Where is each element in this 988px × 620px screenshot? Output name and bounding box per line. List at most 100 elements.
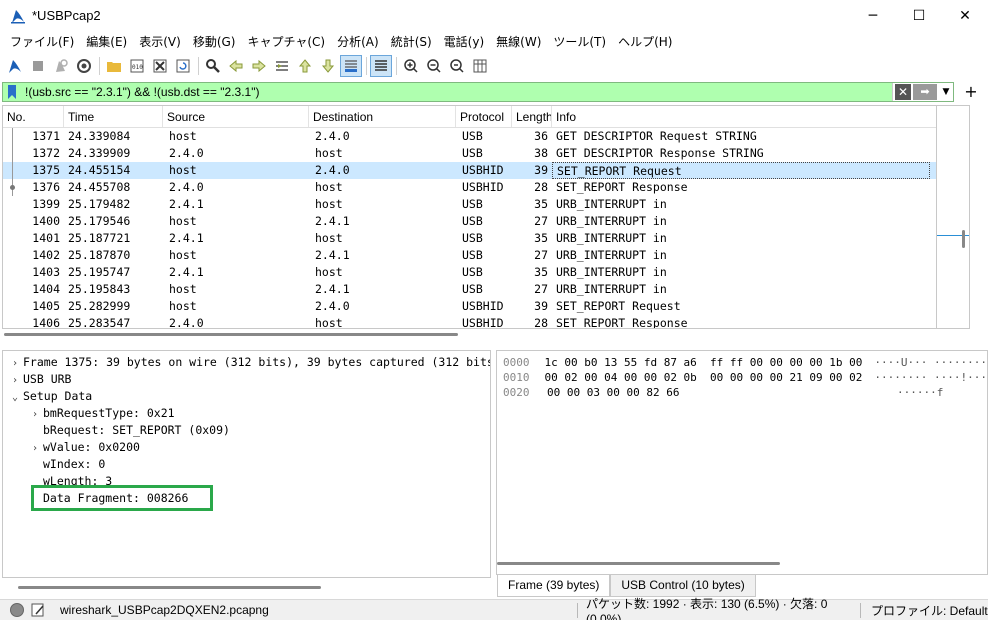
normal-size-button[interactable] xyxy=(446,55,468,77)
add-filter-button[interactable]: + xyxy=(960,82,982,102)
capture-options-button[interactable] xyxy=(73,55,95,77)
colorize-button[interactable] xyxy=(370,55,392,77)
tree-item[interactable]: › USB URB xyxy=(3,371,490,388)
tree-item[interactable]: › wValue: 0x0200 xyxy=(3,439,490,456)
go-last-button[interactable] xyxy=(317,55,339,77)
zoom-out-button[interactable] xyxy=(423,55,445,77)
packet-row[interactable]: 1401 25.187721 2.4.1 host USB 35 URB_INTERRUPT… xyxy=(3,230,969,247)
clear-filter-button[interactable]: ✕ xyxy=(895,83,911,100)
collapsed-chevron-icon[interactable]: › xyxy=(29,406,41,423)
collapsed-chevron-icon[interactable]: › xyxy=(29,440,41,457)
zoom-reset-icon xyxy=(450,59,464,73)
packet-row[interactable]: 1399 25.179482 2.4.1 host USB 35 URB_INTERRUPT… xyxy=(3,196,969,213)
go-first-button[interactable] xyxy=(294,55,316,77)
cell-src: 2.4.1 xyxy=(169,265,204,279)
byte-row[interactable]: 0000 1c 00 b0 13 55 fd 87 a6 ff ff 00 00 … xyxy=(497,355,987,370)
go-forward-button[interactable] xyxy=(248,55,270,77)
collapsed-chevron-icon[interactable]: › xyxy=(9,355,21,372)
go-back-button[interactable] xyxy=(225,55,247,77)
save-file-button[interactable]: 010 xyxy=(126,55,148,77)
packet-row[interactable]: 1402 25.187870 host 2.4.1 USB 27 URB_INTERRUPT… xyxy=(3,247,969,264)
stop-capture-button[interactable] xyxy=(27,55,49,77)
menu-go[interactable]: 移動(G) xyxy=(187,31,242,53)
byte-row[interactable]: 0020 00 00 03 00 00 82 66 ······f xyxy=(497,385,987,400)
packet-row[interactable]: 1371 24.339084 host 2.4.0 USB 36 GET DESCRIPTO… xyxy=(3,128,969,145)
packet-row[interactable]: 1372 24.339909 2.4.0 host USB 38 GET DESCRIPTO… xyxy=(3,145,969,162)
menu-wireless[interactable]: 無線(W) xyxy=(490,31,547,53)
packet-row[interactable]: 1403 25.195747 2.4.1 host USB 35 URB_INTERRUPT… xyxy=(3,264,969,281)
bytes-hscroll-thumb[interactable] xyxy=(497,562,780,565)
restart-capture-button[interactable] xyxy=(50,55,72,77)
column-header-no[interactable]: No. xyxy=(3,106,64,127)
filter-bookmark-button[interactable] xyxy=(3,83,21,101)
minimize-button[interactable]: ─ xyxy=(850,0,896,31)
find-packet-button[interactable] xyxy=(202,55,224,77)
filter-expression[interactable]: !(usb.src == "2.3.1") && !(usb.dst == "2… xyxy=(21,85,953,99)
folder-icon xyxy=(107,62,121,72)
packet-row[interactable]: 1400 25.179546 host 2.4.1 USB 27 URB_INTERRUPT… xyxy=(3,213,969,230)
tree-item[interactable]: › Frame 1375: 39 bytes on wire (312 bits)… xyxy=(3,354,490,371)
expanded-chevron-icon[interactable]: ⌄ xyxy=(9,389,21,406)
tree-item[interactable]: ⌄ Setup Data xyxy=(3,388,490,405)
arrow-right-icon: ➡ xyxy=(920,84,930,98)
go-to-packet-button[interactable] xyxy=(271,55,293,77)
packet-row[interactable]: 1404 25.195843 host 2.4.1 USB 27 URB_INTERRUPT… xyxy=(3,281,969,298)
cell-info: GET DESCRIPTOR Response STRING xyxy=(556,146,764,160)
close-button[interactable]: ✕ xyxy=(942,0,988,31)
menu-capture[interactable]: キャプチャ(C) xyxy=(241,31,331,53)
cell-time: 25.282999 xyxy=(68,299,131,313)
open-file-button[interactable] xyxy=(103,55,125,77)
column-header-length[interactable]: Length xyxy=(512,106,552,127)
menu-help[interactable]: ヘルプ(H) xyxy=(612,31,678,53)
scrollbar-thumb[interactable] xyxy=(962,230,965,248)
byte-row[interactable]: 0010 00 02 00 04 00 00 02 0b 00 00 00 00 … xyxy=(497,370,987,385)
tree-item[interactable]: wIndex: 0 xyxy=(3,456,490,473)
menu-analyze[interactable]: 分析(A) xyxy=(331,31,385,53)
byte-rows: 0000 1c 00 b0 13 55 fd 87 a6 ff ff 00 00 … xyxy=(497,355,987,400)
column-header-source[interactable]: Source xyxy=(163,106,309,127)
packet-list-hscroll-thumb[interactable] xyxy=(4,333,458,336)
cell-time: 24.455154 xyxy=(68,163,131,177)
maximize-button[interactable]: ☐ xyxy=(896,0,942,31)
cell-time: 25.195843 xyxy=(68,282,131,296)
packet-row[interactable]: 1375 24.455154 host 2.4.0 USBHID 39 SET_REPORT… xyxy=(3,162,969,179)
packet-row[interactable]: 1405 25.282999 host 2.4.0 USBHID 39 SET_REPORT… xyxy=(3,298,969,315)
menu-tools[interactable]: ツール(T) xyxy=(547,31,612,53)
collapsed-chevron-icon[interactable]: › xyxy=(9,372,21,389)
tree-item[interactable]: bRequest: SET_REPORT (0x09) xyxy=(3,422,490,439)
cell-time: 24.339084 xyxy=(68,129,131,143)
menu-view[interactable]: 表示(V) xyxy=(133,31,187,53)
cell-dst: 2.4.0 xyxy=(315,129,350,143)
packet-row[interactable]: 1406 25.283547 2.4.0 host USBHID 28 SET_REPORT… xyxy=(3,315,969,328)
zoom-in-button[interactable] xyxy=(400,55,422,77)
column-header-info[interactable]: Info xyxy=(552,106,930,127)
column-header-time[interactable]: Time xyxy=(64,106,163,127)
menu-file[interactable]: ファイル(F) xyxy=(4,31,80,53)
display-filter-input[interactable]: !(usb.src == "2.3.1") && !(usb.dst == "2… xyxy=(2,81,954,102)
column-header-destination[interactable]: Destination xyxy=(309,106,456,127)
start-capture-button[interactable] xyxy=(4,55,26,77)
apply-filter-button[interactable]: ➡ xyxy=(913,83,937,100)
tree-item[interactable]: › bmRequestType: 0x21 xyxy=(3,405,490,422)
menu-edit[interactable]: 編集(E) xyxy=(80,31,133,53)
menu-statistics[interactable]: 統計(S) xyxy=(385,31,438,53)
status-profile[interactable]: プロファイル: Default xyxy=(869,602,988,619)
menu-telephony[interactable]: 電話(y) xyxy=(438,31,490,53)
capture-comment-icon[interactable] xyxy=(30,602,46,618)
reload-file-button[interactable] xyxy=(172,55,194,77)
expert-info-led-icon[interactable] xyxy=(10,603,24,617)
resize-columns-button[interactable] xyxy=(469,55,491,77)
recent-filters-dropdown[interactable]: ▼ xyxy=(939,84,953,100)
packet-row[interactable]: 1376 24.455708 2.4.0 host USBHID 28 SET_REPORT… xyxy=(3,179,969,196)
tree-item-label: USB URB xyxy=(23,372,72,386)
close-file-button[interactable] xyxy=(149,55,171,77)
auto-scroll-button[interactable] xyxy=(340,55,362,77)
tree-item-label: wValue: 0x0200 xyxy=(43,440,140,454)
details-hscroll-thumb[interactable] xyxy=(18,586,321,589)
column-header-protocol[interactable]: Protocol xyxy=(456,106,512,127)
packet-list-scrollbar[interactable] xyxy=(955,106,969,328)
cell-proto: USB xyxy=(462,129,483,143)
cell-info: SET_REPORT Request xyxy=(552,162,930,179)
title-bar: *USBPcap2 ─ ☐ ✕ xyxy=(0,0,988,31)
cell-dst: 2.4.0 xyxy=(315,299,350,313)
